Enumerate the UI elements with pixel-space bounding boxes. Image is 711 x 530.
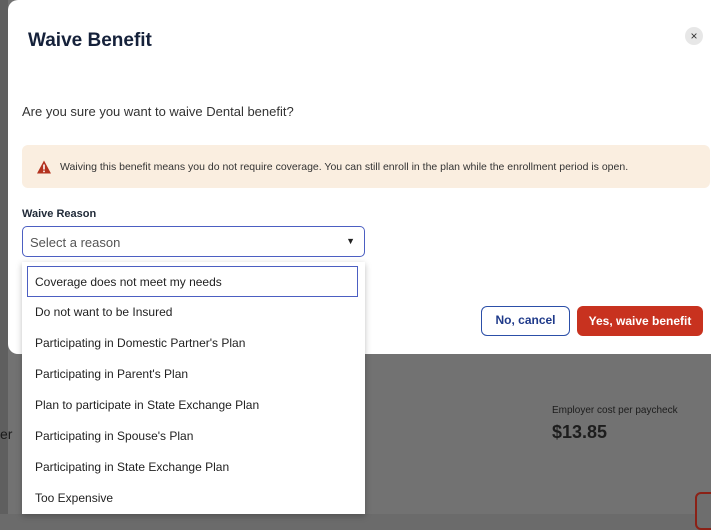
background-text-fragment: er xyxy=(0,426,13,442)
employer-cost-value: $13.85 xyxy=(552,422,608,442)
close-icon: × xyxy=(690,29,698,43)
option-too-expensive[interactable]: Too Expensive xyxy=(22,483,365,514)
confirm-question: Are you sure you want to waive Dental be… xyxy=(22,104,294,119)
option-spouse-plan[interactable]: Participating in Spouse's Plan xyxy=(22,421,365,452)
reason-dropdown-list: Coverage does not meet my needs Do not w… xyxy=(22,262,365,514)
option-label: Participating in State Exchange Plan xyxy=(35,460,230,474)
waive-reason-label: Waive Reason xyxy=(22,208,97,220)
background-button-edge xyxy=(695,492,711,530)
option-label: Plan to participate in State Exchange Pl… xyxy=(35,398,260,412)
employer-cost-label: Employer cost per paycheck xyxy=(552,405,678,416)
alert-text: Waiving this benefit means you do not re… xyxy=(60,160,629,173)
warning-triangle-icon xyxy=(37,160,51,173)
option-label: Participating in Domestic Partner's Plan xyxy=(35,336,246,350)
waive-reason-select[interactable]: Select a reason ▼ xyxy=(22,226,365,257)
option-plan-state-exchange[interactable]: Plan to participate in State Exchange Pl… xyxy=(22,390,365,421)
close-button[interactable]: × xyxy=(685,27,703,45)
option-domestic-partner-plan[interactable]: Participating in Domestic Partner's Plan xyxy=(22,328,365,359)
option-parent-plan[interactable]: Participating in Parent's Plan xyxy=(22,359,365,390)
option-label: Coverage does not meet my needs xyxy=(35,275,222,289)
option-label: Participating in Spouse's Plan xyxy=(35,429,194,443)
warning-alert: Waiving this benefit means you do not re… xyxy=(22,145,710,188)
option-coverage-not-meet-needs[interactable]: Coverage does not meet my needs xyxy=(27,266,358,297)
option-label: Do not want to be Insured xyxy=(35,305,173,319)
select-placeholder: Select a reason xyxy=(30,235,121,250)
waive-benefit-button[interactable]: Yes, waive benefit xyxy=(577,306,703,336)
modal-title: Waive Benefit xyxy=(28,30,152,51)
option-not-want-insured[interactable]: Do not want to be Insured xyxy=(22,297,365,328)
option-state-exchange-plan[interactable]: Participating in State Exchange Plan xyxy=(22,452,365,483)
caret-down-icon: ▼ xyxy=(346,236,355,246)
cancel-button[interactable]: No, cancel xyxy=(481,306,570,336)
option-label: Too Expensive xyxy=(35,491,114,505)
option-label: Participating in Parent's Plan xyxy=(35,367,189,381)
